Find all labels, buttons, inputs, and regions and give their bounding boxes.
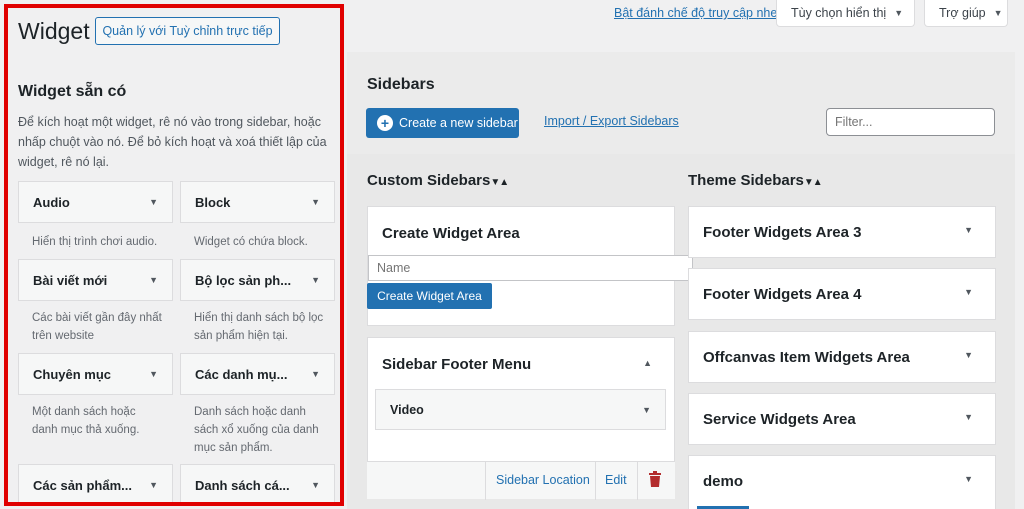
triangle-down-icon[interactable]: ▼ [311,275,320,285]
widget-list[interactable]: Danh sách cá... ▼ [180,464,335,506]
widget-title: Block [195,195,231,210]
widget-description: Hiển thị trình chơi audio. [32,236,158,248]
sidebar-title: Footer Widgets Area 3 [703,224,862,241]
widget-description: Các bài viết gần đây nhất trên website [32,312,162,342]
widget-title: Video [390,403,424,417]
triangle-down-icon[interactable]: ▼ [149,197,158,207]
sidebar-title: demo [703,473,744,490]
triangle-down-icon[interactable]: ▼ [964,350,973,360]
triangle-down-icon[interactable]: ▼ [964,474,973,484]
divider [637,462,638,500]
widget-product-filter[interactable]: Bộ lọc sản ph... ▼ [180,259,335,301]
triangle-down-icon[interactable]: ▼ [149,275,158,285]
manage-in-customizer-button[interactable]: Quản lý với Tuỳ chỉnh trực tiếp [95,17,280,45]
create-widget-area-button[interactable]: Create Widget Area [367,283,492,309]
triangle-down-icon[interactable]: ▼ [964,287,973,297]
widget-description: Một danh sách hoặc danh mục thả xuống. [32,406,140,436]
screen-options-label: Tùy chọn hiển thị [791,6,887,20]
sidebar-title: Service Widgets Area [703,411,856,428]
triangle-down-icon[interactable]: ▼ [311,480,320,490]
widget-title: Audio [33,195,70,210]
theme-sidebar-service-widgets-area[interactable]: Service Widgets Area ▼ [688,393,996,445]
widget-audio[interactable]: Audio ▼ [18,181,173,223]
help-tab[interactable]: Trợ giúp ▼ [924,0,1008,27]
triangle-down-icon[interactable]: ▼ [311,197,320,207]
widget-products[interactable]: Các sản phẩm... ▼ [18,464,173,506]
plus-icon: + [377,115,393,131]
divider [595,462,596,500]
widget-title: Bộ lọc sản ph... [195,273,292,288]
accessibility-mode-link[interactable]: Bật đánh chế độ truy cập nhe [614,6,777,20]
triangle-down-icon[interactable]: ▼ [311,369,320,379]
theme-sidebar-footer-widgets-area-4[interactable]: Footer Widgets Area 4 ▼ [688,268,996,320]
edit-link[interactable]: Edit [605,473,627,487]
caret-down-icon: ▼ [894,8,904,18]
triangle-down-icon[interactable]: ▼ [149,480,158,490]
widget-title: Danh sách cá... [195,478,290,493]
create-sidebar-button[interactable]: + Create a new sidebar [366,108,519,138]
create-widget-area-title: Create Widget Area [382,225,520,242]
widget-product-categories[interactable]: Các danh mụ... ▼ [180,353,335,395]
sidebar-footer-menu-title[interactable]: Sidebar Footer Menu [382,356,531,373]
widget-description: Hiển thị danh sách bộ lọc sản phẩm hiện … [194,312,324,342]
available-widgets-description: Để kích hoạt một widget, rê nó vào trong… [18,115,327,169]
screen-meta-links: Bật đánh chế độ truy cập nhe Tùy chọn hi… [600,0,1024,30]
create-sidebar-label: Create a new sidebar [399,116,518,130]
caret-down-icon: ▼ [993,8,1003,18]
page-title: Widget [18,18,90,44]
triangle-down-icon[interactable]: ▼ [964,412,973,422]
widget-description: Widget có chứa block. [194,236,308,248]
sidebar-location-link[interactable]: Sidebar Location [496,473,590,487]
widget-title: Các danh mụ... [195,367,288,382]
triangle-down-icon[interactable]: ▼ [964,225,973,235]
trash-icon[interactable] [648,471,662,487]
sort-icon[interactable]: ▼▲ [490,177,509,188]
available-widgets-panel: Widget Quản lý với Tuỳ chỉnh trực tiếp W… [0,0,347,509]
help-label: Trợ giúp [939,6,986,20]
theme-sidebar-footer-widgets-area-3[interactable]: Footer Widgets Area 3 ▼ [688,206,996,258]
theme-sidebar-demo[interactable]: demo ▼ [688,455,996,509]
sidebar-title: Offcanvas Item Widgets Area [703,349,910,366]
sidebars-header [347,52,1015,154]
widget-recent-posts[interactable]: Bài viết mới ▼ [18,259,173,301]
sidebar-title: Footer Widgets Area 4 [703,286,862,303]
column-label: Theme Sidebars [688,172,804,189]
triangle-down-icon[interactable]: ▼ [642,405,651,415]
column-label: Custom Sidebars [367,172,491,189]
theme-sidebars-title[interactable]: Theme Sidebars▼▲ [688,172,823,189]
screen-options-tab[interactable]: Tùy chọn hiển thị ▼ [776,0,915,27]
available-widgets-title: Widget sẵn có [18,83,127,100]
divider [485,462,486,500]
import-export-link[interactable]: Import / Export Sidebars [544,114,679,128]
sort-icon[interactable]: ▼▲ [804,177,823,188]
widget-title: Các sản phẩm... [33,478,132,493]
theme-sidebar-offcanvas-item-widgets-area[interactable]: Offcanvas Item Widgets Area ▼ [688,331,996,383]
triangle-down-icon[interactable]: ▼ [149,369,158,379]
widget-categories[interactable]: Chuyên mục ▼ [18,353,173,395]
custom-sidebars-title[interactable]: Custom Sidebars▼▲ [367,172,509,189]
widget-title: Chuyên mục [33,367,112,382]
filter-input[interactable] [826,108,995,136]
widget-area-name-input[interactable] [368,255,693,281]
triangle-up-icon[interactable]: ▲ [643,358,652,368]
widget-description: Danh sách hoặc danh sách xổ xuống của da… [194,406,319,454]
widget-block[interactable]: Block ▼ [180,181,335,223]
sidebars-title: Sidebars [367,76,435,93]
widget-title: Bài viết mới [33,273,108,288]
widget-video[interactable]: Video ▼ [375,389,666,430]
